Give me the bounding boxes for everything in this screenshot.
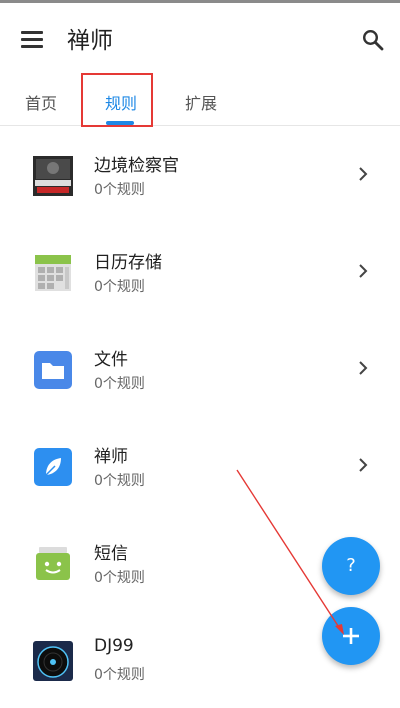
leaf-icon xyxy=(34,448,72,486)
chevron-right-icon xyxy=(359,458,368,472)
rule-count: 0个规则 xyxy=(94,570,145,586)
folder-icon xyxy=(34,351,72,389)
help-button[interactable]: ? xyxy=(322,537,380,595)
app-name: 文件 xyxy=(94,350,128,370)
dj-disc-icon xyxy=(33,641,73,681)
search-icon[interactable] xyxy=(361,28,385,52)
add-button[interactable] xyxy=(322,607,380,665)
list-item[interactable]: 边境检察官 0个规则 xyxy=(0,126,400,223)
chevron-right-icon xyxy=(359,167,368,181)
chevron-right-icon xyxy=(359,361,368,375)
tab-extensions[interactable]: 扩展 xyxy=(185,90,217,114)
list-item[interactable]: 文件 0个规则 xyxy=(0,320,400,417)
list-item[interactable]: 禅师 0个规则 xyxy=(0,417,400,514)
sms-icon xyxy=(36,547,70,580)
app-name: DJ99 xyxy=(94,636,134,656)
app-name: 日历存储 xyxy=(94,253,162,273)
menu-icon[interactable] xyxy=(21,31,43,49)
rule-count: 0个规则 xyxy=(94,667,145,683)
list-item[interactable]: 日历存储 0个规则 xyxy=(0,223,400,320)
page-title: 禅师 xyxy=(67,28,113,54)
app-name: 短信 xyxy=(94,544,128,564)
rule-count: 0个规则 xyxy=(94,182,145,198)
tab-bar: 首页 规则 扩展 xyxy=(0,67,400,126)
calendar-storage-icon xyxy=(35,255,71,291)
app-name: 禅师 xyxy=(94,447,128,467)
tab-home[interactable]: 首页 xyxy=(25,90,57,114)
game-thumbnail-icon xyxy=(33,156,73,196)
rule-count: 0个规则 xyxy=(94,376,145,392)
app-name: 边境检察官 xyxy=(94,156,179,176)
annotation-highlight-box xyxy=(81,73,153,127)
plus-icon xyxy=(343,628,359,644)
rule-count: 0个规则 xyxy=(94,279,145,295)
chevron-right-icon xyxy=(359,264,368,278)
app-bar: 禅师 xyxy=(0,3,400,67)
rule-count: 0个规则 xyxy=(94,473,145,489)
